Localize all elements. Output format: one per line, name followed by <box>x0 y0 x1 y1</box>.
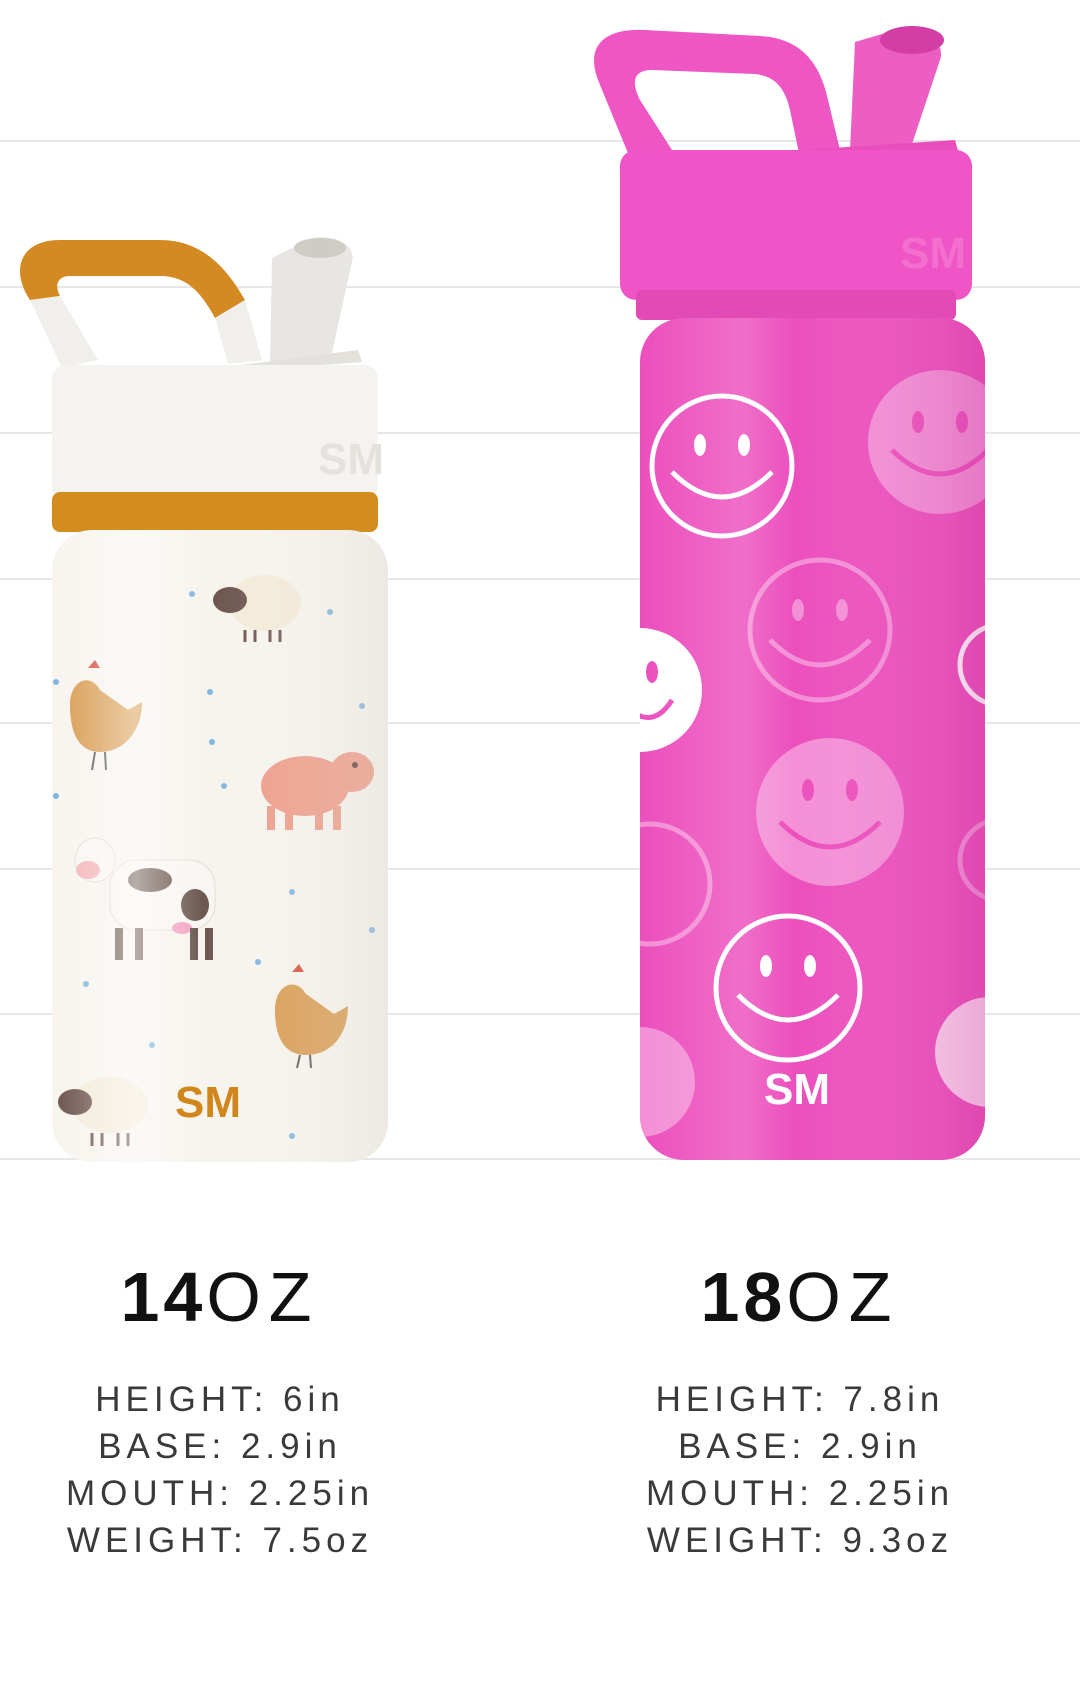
size-number: 14 <box>120 1258 207 1336</box>
size-unit: OZ <box>206 1258 320 1336</box>
spec-mouth: MOUTH: 2.25in <box>65 1474 375 1513</box>
bottle-14oz-handle <box>20 240 262 368</box>
spec-mouth: MOUTH: 2.25in <box>645 1474 955 1513</box>
bottle-14oz-logo: SM <box>175 1078 241 1127</box>
spec-height: HEIGHT: 7.8in <box>655 1380 945 1419</box>
size-unit: OZ <box>786 1258 900 1336</box>
bottles-illustration: SM SM SM SM <box>20 26 985 1162</box>
bottle-14oz-lid-logo: SM <box>318 435 384 484</box>
product-comparison-page: SM SM SM SM 14OZ HEIGHT: 6in BASE: 2.9in… <box>0 0 1080 1699</box>
bottle-18oz-lid-logo: SM <box>900 229 966 278</box>
size-title-14oz: 14OZ <box>10 1262 430 1332</box>
bottle-14oz: SM SM <box>20 237 388 1162</box>
size-title-18oz: 18OZ <box>590 1262 1010 1332</box>
bottle-14oz-lid-band <box>52 492 378 532</box>
spec-weight: WEIGHT: 9.3oz <box>646 1521 954 1560</box>
spec-base: BASE: 2.9in <box>98 1427 342 1466</box>
bottle-18oz: SM SM <box>594 26 985 1160</box>
bottle-18oz-handle <box>594 29 840 158</box>
spec-base: BASE: 2.9in <box>678 1427 922 1466</box>
specs-18oz: 18OZ HEIGHT: 7.8in BASE: 2.9in MOUTH: 2.… <box>590 1262 1010 1564</box>
specs-14oz: 14OZ HEIGHT: 6in BASE: 2.9in MOUTH: 2.25… <box>10 1262 430 1564</box>
size-number: 18 <box>700 1258 787 1336</box>
bottle-18oz-lid-band <box>636 290 956 320</box>
spec-height: HEIGHT: 6in <box>95 1380 345 1419</box>
bottle-18oz-logo: SM <box>764 1065 830 1114</box>
spec-weight: WEIGHT: 7.5oz <box>66 1521 374 1560</box>
